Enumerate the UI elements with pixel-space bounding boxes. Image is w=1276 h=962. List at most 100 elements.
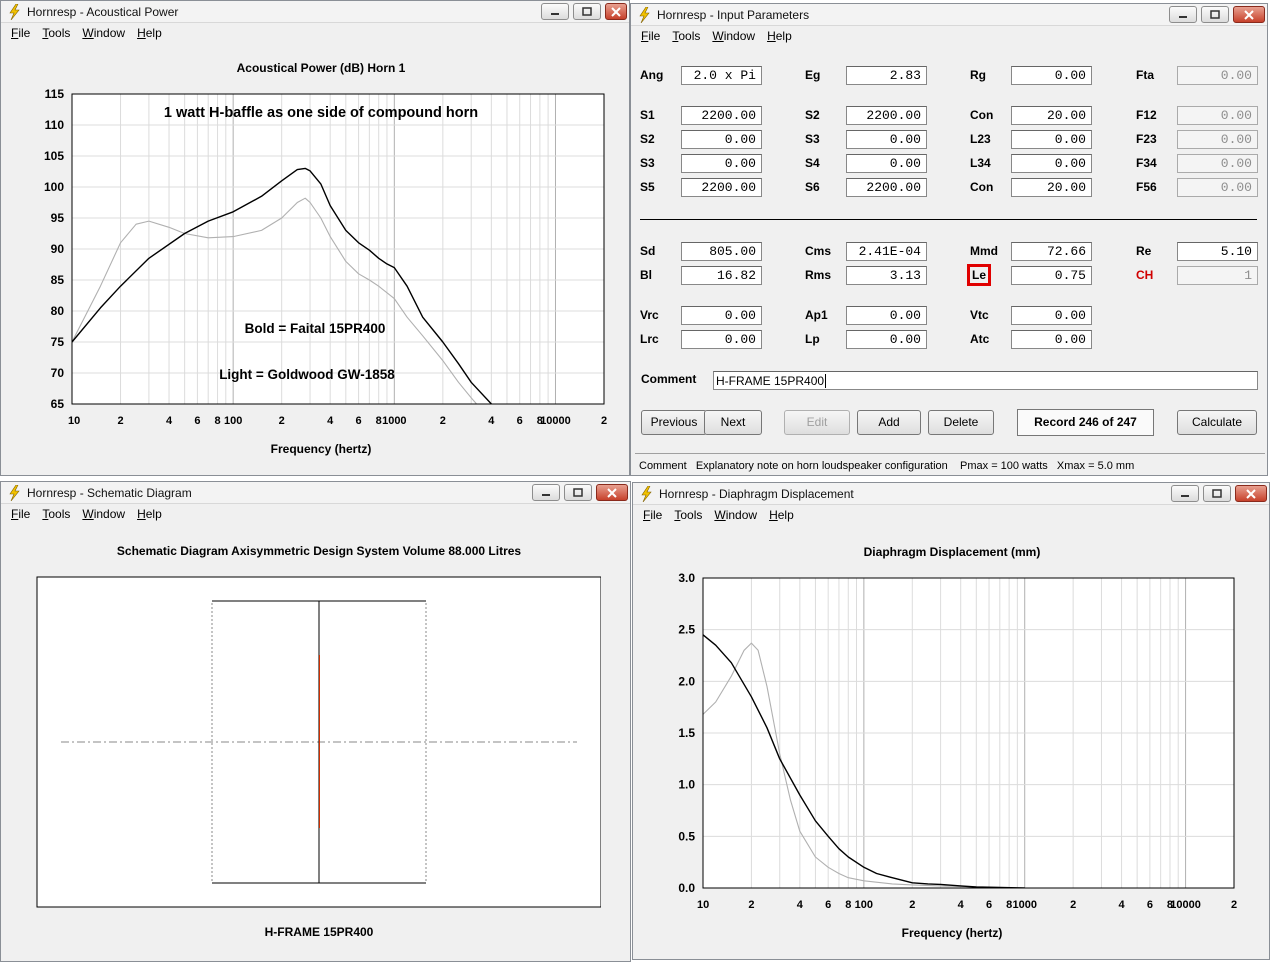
edit-button[interactable]: Edit bbox=[784, 410, 850, 435]
acoustical-titlebar[interactable]: Hornresp - Acoustical Power bbox=[1, 1, 629, 23]
menu-help[interactable]: Help bbox=[767, 29, 792, 43]
maximize-button[interactable] bbox=[564, 484, 592, 501]
input-titlebar[interactable]: Hornresp - Input Parameters bbox=[631, 4, 1267, 26]
param-field-bl[interactable]: 16.82 bbox=[681, 266, 762, 285]
param-field-ap1[interactable]: 0.00 bbox=[846, 306, 927, 325]
previous-button-label: Previous bbox=[650, 415, 698, 429]
param-field-f56[interactable]: 0.00 bbox=[1177, 178, 1258, 197]
menu-window[interactable]: Window bbox=[714, 508, 757, 522]
param-field-l23[interactable]: 0.00 bbox=[1011, 130, 1092, 149]
param-field-re[interactable]: 5.10 bbox=[1177, 242, 1258, 261]
param-field-cms[interactable]: 2.41E-04 bbox=[846, 242, 927, 261]
param-label-lrc: Lrc bbox=[640, 332, 659, 346]
menu-window[interactable]: Window bbox=[82, 507, 125, 521]
param-field-s6[interactable]: 2200.00 bbox=[846, 178, 927, 197]
minimize-button[interactable] bbox=[1171, 485, 1199, 502]
menu-file[interactable]: File bbox=[11, 507, 30, 521]
x-tick-label: 4 bbox=[797, 899, 804, 911]
param-field-s2[interactable]: 2200.00 bbox=[846, 106, 927, 125]
param-field-s3[interactable]: 0.00 bbox=[846, 130, 927, 149]
param-label-vrc: Vrc bbox=[640, 308, 659, 322]
close-icon bbox=[1244, 9, 1254, 20]
y-tick-label: 0.0 bbox=[678, 881, 695, 895]
calculate-button[interactable]: Calculate bbox=[1177, 410, 1257, 435]
x-tick-label: 100 bbox=[224, 415, 242, 427]
menu-file[interactable]: File bbox=[643, 508, 662, 522]
close-button[interactable] bbox=[605, 3, 627, 20]
menu-label-rest: elp bbox=[145, 26, 162, 40]
menubar: File Tools Window Help bbox=[1, 504, 630, 524]
param-label-ap1: Ap1 bbox=[805, 308, 828, 322]
param-field-con[interactable]: 20.00 bbox=[1011, 106, 1092, 125]
y-tick-label: 1.5 bbox=[678, 726, 695, 740]
displacement-titlebar[interactable]: Hornresp - Diaphragm Displacement bbox=[633, 483, 1269, 505]
x-tick-label: 2 bbox=[440, 415, 446, 427]
param-field-sd[interactable]: 805.00 bbox=[681, 242, 762, 261]
close-button[interactable] bbox=[1235, 485, 1267, 502]
menu-help[interactable]: Help bbox=[769, 508, 794, 522]
menu-window[interactable]: Window bbox=[712, 29, 755, 43]
menu-file[interactable]: File bbox=[641, 29, 660, 43]
param-field-s4[interactable]: 0.00 bbox=[846, 154, 927, 173]
add-button[interactable]: Add bbox=[857, 410, 921, 435]
param-field-le[interactable]: 0.75 bbox=[1011, 266, 1092, 285]
param-field-s5[interactable]: 2200.00 bbox=[681, 178, 762, 197]
param-label-lp: Lp bbox=[805, 332, 820, 346]
param-field-lrc[interactable]: 0.00 bbox=[681, 330, 762, 349]
menu-tools[interactable]: Tools bbox=[42, 26, 70, 40]
minimize-button[interactable] bbox=[1169, 6, 1197, 23]
next-button[interactable]: Next bbox=[704, 410, 762, 435]
menu-mnemonic: W bbox=[714, 508, 726, 522]
param-field-lp[interactable]: 0.00 bbox=[846, 330, 927, 349]
menu-file[interactable]: File bbox=[11, 26, 30, 40]
param-field-rg[interactable]: 0.00 bbox=[1011, 66, 1092, 85]
param-field-atc[interactable]: 0.00 bbox=[1011, 330, 1092, 349]
param-field-vtc[interactable]: 0.00 bbox=[1011, 306, 1092, 325]
minimize-button[interactable] bbox=[532, 484, 560, 501]
param-label-mmd: Mmd bbox=[970, 244, 998, 258]
close-button[interactable] bbox=[1233, 6, 1265, 23]
param-label-sd: Sd bbox=[640, 244, 656, 258]
window-title: Hornresp - Acoustical Power bbox=[27, 4, 179, 19]
param-field-s2[interactable]: 0.00 bbox=[681, 130, 762, 149]
delete-button[interactable]: Delete bbox=[928, 410, 994, 435]
maximize-button[interactable] bbox=[573, 3, 601, 20]
x-tick-label: 2 bbox=[909, 899, 915, 911]
menu-tools[interactable]: Tools bbox=[674, 508, 702, 522]
chart-annotation: Light = Goldwood GW-1858 bbox=[219, 367, 395, 382]
menu-help[interactable]: Help bbox=[137, 26, 162, 40]
param-field-f12[interactable]: 0.00 bbox=[1177, 106, 1258, 125]
param-field-vrc[interactable]: 0.00 bbox=[681, 306, 762, 325]
param-field-s3[interactable]: 0.00 bbox=[681, 154, 762, 173]
schematic-titlebar[interactable]: Hornresp - Schematic Diagram bbox=[1, 482, 630, 504]
param-label-bl: Bl bbox=[640, 268, 652, 282]
param-field-fta[interactable]: 0.00 bbox=[1177, 66, 1258, 85]
param-field-mmd[interactable]: 72.66 bbox=[1011, 242, 1092, 261]
menu-help[interactable]: Help bbox=[137, 507, 162, 521]
maximize-button[interactable] bbox=[1203, 485, 1231, 502]
param-field-eg[interactable]: 2.83 bbox=[846, 66, 927, 85]
menu-mnemonic: H bbox=[137, 507, 146, 521]
param-field-f34[interactable]: 0.00 bbox=[1177, 154, 1258, 173]
param-field-con[interactable]: 20.00 bbox=[1011, 178, 1092, 197]
param-field-rms[interactable]: 3.13 bbox=[846, 266, 927, 285]
menu-tools[interactable]: Tools bbox=[672, 29, 700, 43]
close-button[interactable] bbox=[596, 484, 628, 501]
x-tick-label: 2 bbox=[601, 415, 607, 427]
param-field-f23[interactable]: 0.00 bbox=[1177, 130, 1258, 149]
param-label-s6: S6 bbox=[805, 180, 820, 194]
comment-field[interactable]: H-FRAME 15PR400 bbox=[713, 371, 1258, 390]
menu-window[interactable]: Window bbox=[82, 26, 125, 40]
minimize-button[interactable] bbox=[541, 3, 569, 20]
y-tick-label: 100 bbox=[44, 180, 64, 194]
menu-label-rest: ile bbox=[650, 508, 663, 522]
param-field-ch[interactable]: 1 bbox=[1177, 266, 1258, 285]
param-field-s1[interactable]: 2200.00 bbox=[681, 106, 762, 125]
maximize-button[interactable] bbox=[1201, 6, 1229, 23]
previous-button[interactable]: Previous bbox=[641, 410, 707, 435]
param-field-ang[interactable]: 2.0 x Pi bbox=[681, 66, 762, 85]
param-label-ang: Ang bbox=[640, 68, 664, 82]
x-tick-label: 6 bbox=[986, 899, 992, 911]
param-field-l34[interactable]: 0.00 bbox=[1011, 154, 1092, 173]
menu-tools[interactable]: Tools bbox=[42, 507, 70, 521]
